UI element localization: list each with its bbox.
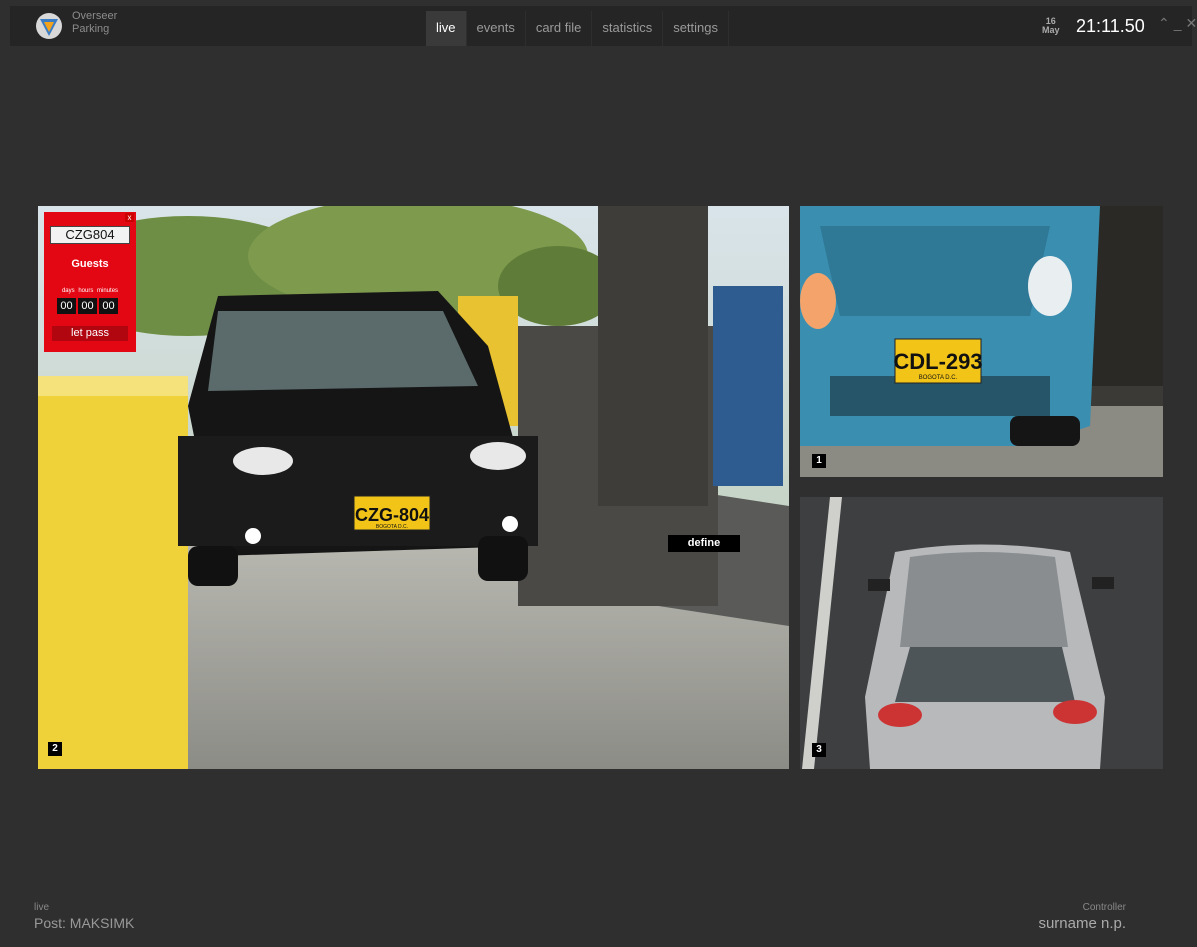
camera-view-3[interactable]: 3 — [800, 497, 1163, 769]
date-month: May — [1042, 25, 1060, 35]
camera-view-1[interactable]: CDL-293 BOGOTA D.C. 1 — [800, 206, 1163, 477]
plate-sub-1: BOGOTA D.C. — [919, 375, 958, 381]
plate-text-1: CDL-293 — [893, 349, 982, 374]
timer-units: days hours minutes — [44, 288, 136, 294]
minimize-icon[interactable]: _ — [1174, 14, 1182, 32]
timer-hours[interactable]: 00 — [78, 298, 97, 314]
tab-settings[interactable]: settings — [663, 11, 730, 46]
brand-line1: Overseer — [72, 10, 118, 22]
collapse-icon[interactable]: ⌃ — [1158, 14, 1170, 32]
clock: 21:11.50 — [1076, 16, 1145, 36]
footer-role: Controller — [1082, 902, 1126, 913]
date: 16 May — [1042, 17, 1060, 35]
main-tabs: live events card file statistics setting… — [426, 11, 730, 46]
camera-number-badge: 2 — [48, 742, 62, 756]
duration-timer: 00 00 00 — [57, 298, 118, 314]
close-icon[interactable]: ✕ — [1186, 14, 1197, 32]
tab-card-file[interactable]: card file — [526, 11, 593, 46]
category-label: Guests — [71, 258, 109, 270]
footer-post: Post: MAKSIMK — [34, 915, 135, 931]
tab-events[interactable]: events — [467, 11, 526, 46]
tab-statistics[interactable]: statistics — [592, 11, 664, 46]
plate-number-field[interactable]: CZG804 — [50, 226, 130, 244]
camera-number-badge: 1 — [812, 454, 826, 468]
plate-sub-main: BOGOTA D.C. — [376, 524, 408, 530]
plate-text-main: CZG-804 — [355, 505, 429, 525]
tab-live[interactable]: live — [426, 11, 467, 46]
shield-logo-icon — [34, 11, 64, 41]
window-controls: ⌃ _ ✕ — [1158, 14, 1197, 32]
camera-view-main[interactable]: CZG-804 BOGOTA D.C. 2 x CZG804 Guests da… — [38, 206, 789, 769]
footer-user: surname n.p. — [1038, 915, 1126, 932]
camera-number-badge: 3 — [812, 743, 826, 757]
timer-minutes[interactable]: 00 — [99, 298, 118, 314]
unit-minutes: minutes — [97, 288, 119, 294]
define-button[interactable]: define — [668, 535, 740, 552]
brand-line2: Parking — [72, 23, 110, 35]
timer-days[interactable]: 00 — [57, 298, 76, 314]
popup-close-icon[interactable]: x — [125, 213, 134, 222]
top-bar: Overseer Parking live events card file s… — [10, 6, 1197, 46]
footer-mode: live — [34, 902, 50, 913]
unit-days: days — [61, 288, 75, 294]
brand: Overseer Parking — [72, 10, 117, 36]
plate-recognition-popup: x CZG804 Guests days hours minutes 00 00… — [44, 212, 136, 352]
let-pass-button[interactable]: let pass — [52, 326, 128, 341]
unit-hours: hours — [78, 288, 94, 294]
